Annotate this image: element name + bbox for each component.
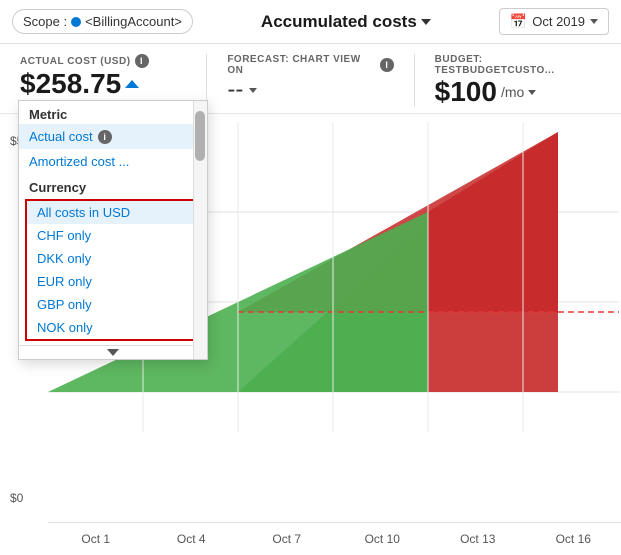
currency-item-eur[interactable]: EUR only <box>27 270 199 293</box>
currency-section: All costs in USD CHF only DKK only EUR o… <box>25 199 201 341</box>
scope-pill[interactable]: Scope : <BillingAccount> <box>12 9 193 34</box>
actual-cost-dropdown-info-icon[interactable]: i <box>98 130 112 144</box>
budget-block: BUDGET: TESTBUDGETCUSTO... $100 /mo <box>435 54 601 108</box>
actual-cost-block: ACTUAL COST (USD) i $258.75 <box>20 54 186 100</box>
dropdown-scrollbar-track[interactable] <box>193 101 207 359</box>
dropdown-down-chevron-icon <box>107 349 119 356</box>
dropdown-scrollbar-thumb[interactable] <box>195 111 205 161</box>
actual-cost-value: $258.75 <box>20 68 186 100</box>
budget-label: BUDGET: TESTBUDGETCUSTO... <box>435 54 601 76</box>
dropdown-scroll-down[interactable] <box>19 345 207 359</box>
budget-value: $100 /mo <box>435 76 601 108</box>
metric-section-label: Metric <box>19 101 207 124</box>
calendar-icon: 📅 <box>510 13 527 30</box>
currency-item-nok[interactable]: NOK only <box>27 316 199 339</box>
actual-cost-dropdown-item[interactable]: Actual cost i <box>19 124 207 149</box>
per-month-label: /mo <box>501 84 524 100</box>
actual-cost-up-chevron-icon[interactable] <box>125 80 139 88</box>
currency-item-dkk[interactable]: DKK only <box>27 247 199 270</box>
forecast-value: -- <box>227 76 393 104</box>
date-chevron-down-icon <box>590 19 598 24</box>
scope-label: Scope : <box>23 14 67 29</box>
x-axis: Oct 1 Oct 4 Oct 7 Oct 10 Oct 13 Oct 16 <box>48 522 621 555</box>
scope-dot-icon <box>71 17 81 27</box>
header-center: Accumulated costs <box>193 12 499 32</box>
date-label: Oct 2019 <box>532 14 585 29</box>
amortized-cost-dropdown-item[interactable]: Amortized cost ... <box>19 149 207 174</box>
x-label-oct10: Oct 10 <box>335 532 431 546</box>
forecast-label: FORECAST: CHART VIEW ON i <box>227 54 393 76</box>
stats-divider-2 <box>414 54 415 107</box>
title-chevron-down-icon <box>421 19 431 25</box>
currency-item-usd[interactable]: All costs in USD <box>27 201 199 224</box>
currency-item-chf[interactable]: CHF only <box>27 224 199 247</box>
header-title: Accumulated costs <box>261 12 417 32</box>
accumulated-costs-button[interactable]: Accumulated costs <box>261 12 431 32</box>
forecast-block: FORECAST: CHART VIEW ON i -- <box>227 54 393 104</box>
currency-item-gbp[interactable]: GBP only <box>27 293 199 316</box>
metric-currency-dropdown: Metric Actual cost i Amortized cost ... … <box>18 100 208 360</box>
forecast-info-icon[interactable]: i <box>380 58 394 72</box>
x-label-oct1: Oct 1 <box>48 532 144 546</box>
scope-value: <BillingAccount> <box>85 14 182 29</box>
main-content: ACTUAL COST (USD) i $258.75 FORECAST: CH… <box>0 44 621 555</box>
y-label-0: $0 <box>10 371 30 505</box>
x-label-oct7: Oct 7 <box>239 532 335 546</box>
x-label-oct4: Oct 4 <box>144 532 240 546</box>
date-range-button[interactable]: 📅 Oct 2019 <box>499 8 609 35</box>
x-label-oct13: Oct 13 <box>430 532 526 546</box>
forecast-chevron-down-icon <box>249 88 257 93</box>
x-label-oct16: Oct 16 <box>526 532 621 546</box>
budget-chevron-down-icon <box>528 90 536 95</box>
actual-cost-info-icon[interactable]: i <box>135 54 149 68</box>
header-bar: Scope : <BillingAccount> Accumulated cos… <box>0 0 621 44</box>
actual-cost-label: ACTUAL COST (USD) i <box>20 54 186 68</box>
currency-section-label: Currency <box>19 174 207 197</box>
